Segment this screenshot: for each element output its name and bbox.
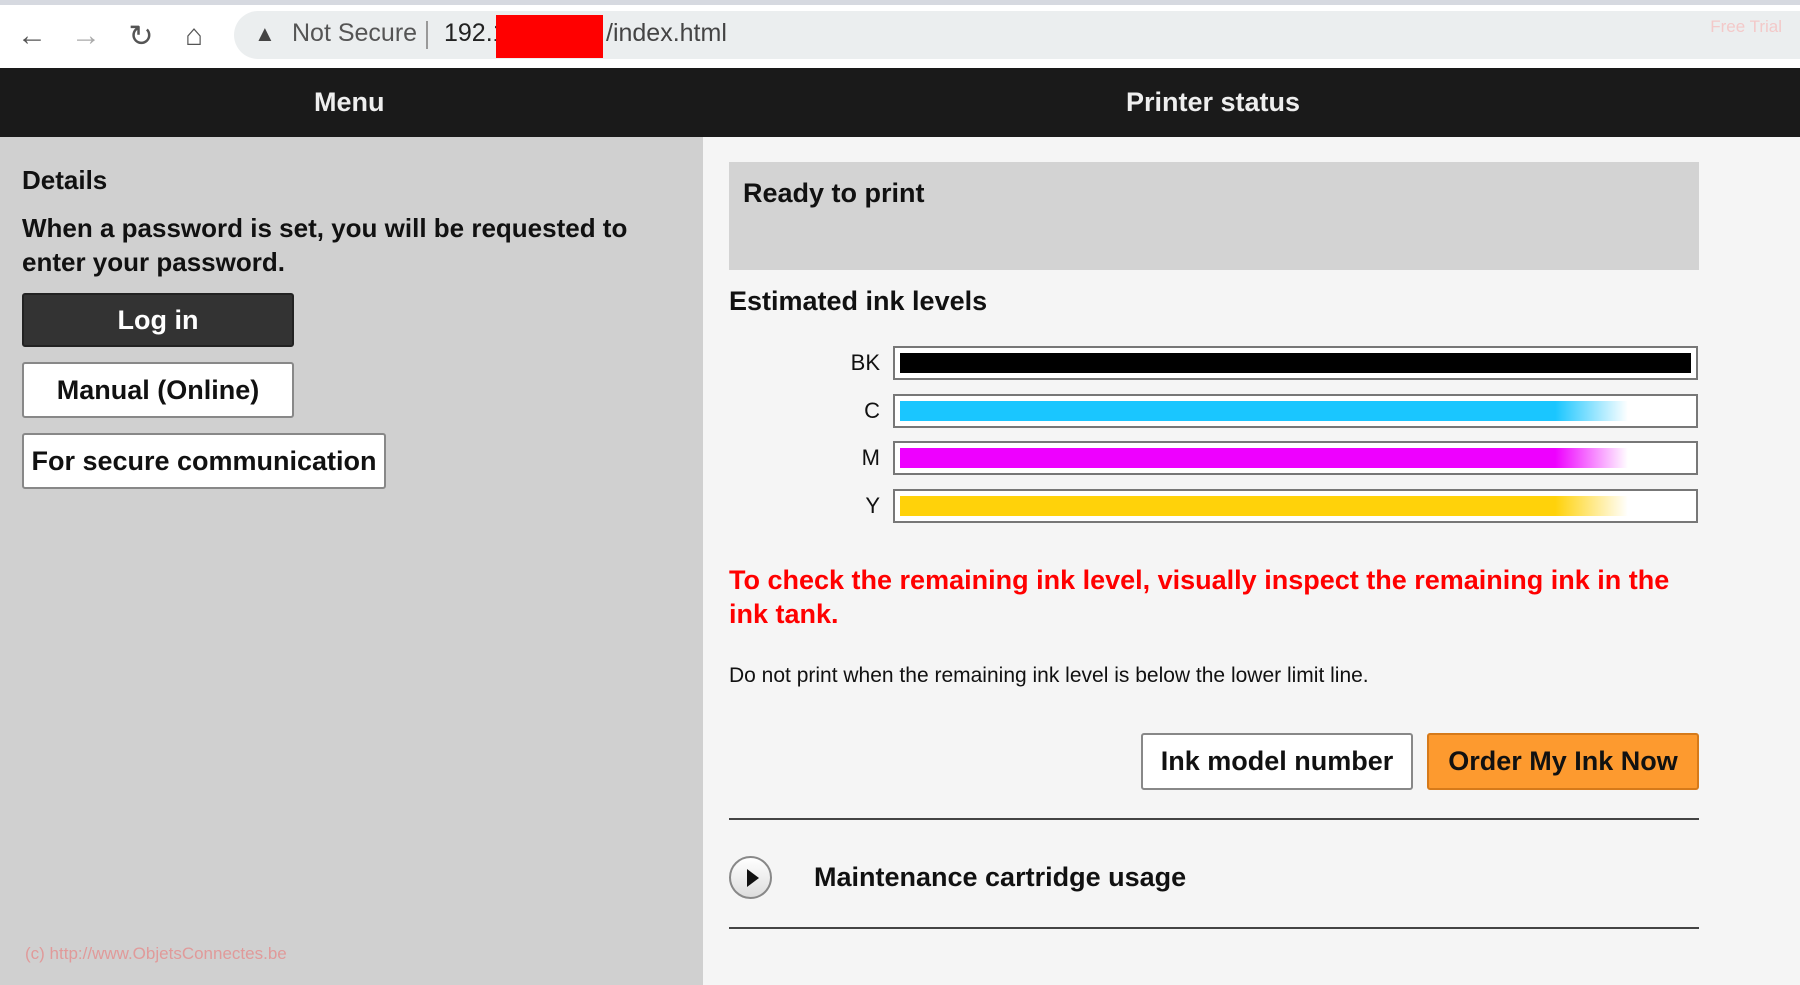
divider [729, 818, 1699, 820]
password-description: When a password is set, you will be requ… [22, 213, 628, 277]
ink-levels-heading: Estimated ink levels [729, 286, 988, 316]
not-secure-label: Not Secure [292, 19, 418, 47]
menu-title: Menu [314, 87, 385, 117]
ink-label: BK [850, 350, 880, 375]
maintenance-cartridge-link[interactable]: Maintenance cartridge usage [814, 862, 1186, 893]
page-title: Printer status [1126, 87, 1301, 117]
expand-play-icon[interactable] [729, 856, 772, 899]
ink-row-m: M [820, 441, 1700, 476]
ink-label: Y [865, 493, 880, 519]
manual-online-button[interactable]: Manual (Online) [22, 362, 294, 418]
redaction [496, 15, 603, 58]
ink-level-bar [893, 393, 1698, 428]
browser-toolbar: ← → ↻ ⌂ ▲ Not Secure 192.1 /index.html F… [0, 5, 1800, 68]
ink-level-bar [893, 346, 1698, 380]
login-button[interactable]: Log in [22, 293, 294, 347]
order-ink-button[interactable]: Order My Ink Now [1427, 733, 1699, 790]
divider [729, 927, 1699, 929]
ink-row-y: Y [820, 489, 1700, 524]
ink-note: Do not print when the remaining ink leve… [729, 664, 1369, 687]
ink-row-bk: BK [820, 346, 1700, 380]
ink-row-c: C [820, 393, 1700, 428]
status-box: Ready to print [729, 162, 1699, 270]
url-suffix: /index.html [606, 19, 727, 47]
status-text: Ready to print [743, 178, 925, 208]
divider [426, 21, 428, 49]
warning-icon: ▲ [254, 21, 276, 46]
forward-icon[interactable]: → [68, 19, 104, 53]
sidebar: Details When a password is set, you will… [0, 137, 703, 985]
watermark: Free Trial [1710, 17, 1782, 36]
back-icon[interactable]: ← [14, 19, 50, 53]
ink-level-fill [900, 448, 1628, 469]
address-bar[interactable]: ▲ Not Secure 192.1 /index.html Free Tria… [234, 11, 1800, 59]
ink-level-fill [900, 400, 1628, 421]
ink-level-bar [893, 441, 1698, 476]
home-icon[interactable]: ⌂ [176, 19, 212, 53]
ink-label: M [861, 445, 880, 471]
secure-communication-button[interactable]: For secure communication [22, 433, 386, 489]
details-heading: Details [22, 165, 108, 195]
ink-label: C [864, 397, 880, 423]
ink-model-number-button[interactable]: Ink model number [1141, 733, 1413, 790]
page-header: Menu Printer status [0, 68, 1800, 137]
copyright-watermark: (c) http://www.ObjetsConnectes.be [25, 944, 287, 963]
ink-warning: To check the remaining ink level, visual… [729, 565, 1670, 629]
ink-level-bar [893, 489, 1698, 524]
ink-level-fill [900, 496, 1628, 517]
reload-icon[interactable]: ↻ [123, 19, 159, 54]
ink-level-fill [900, 353, 1691, 373]
